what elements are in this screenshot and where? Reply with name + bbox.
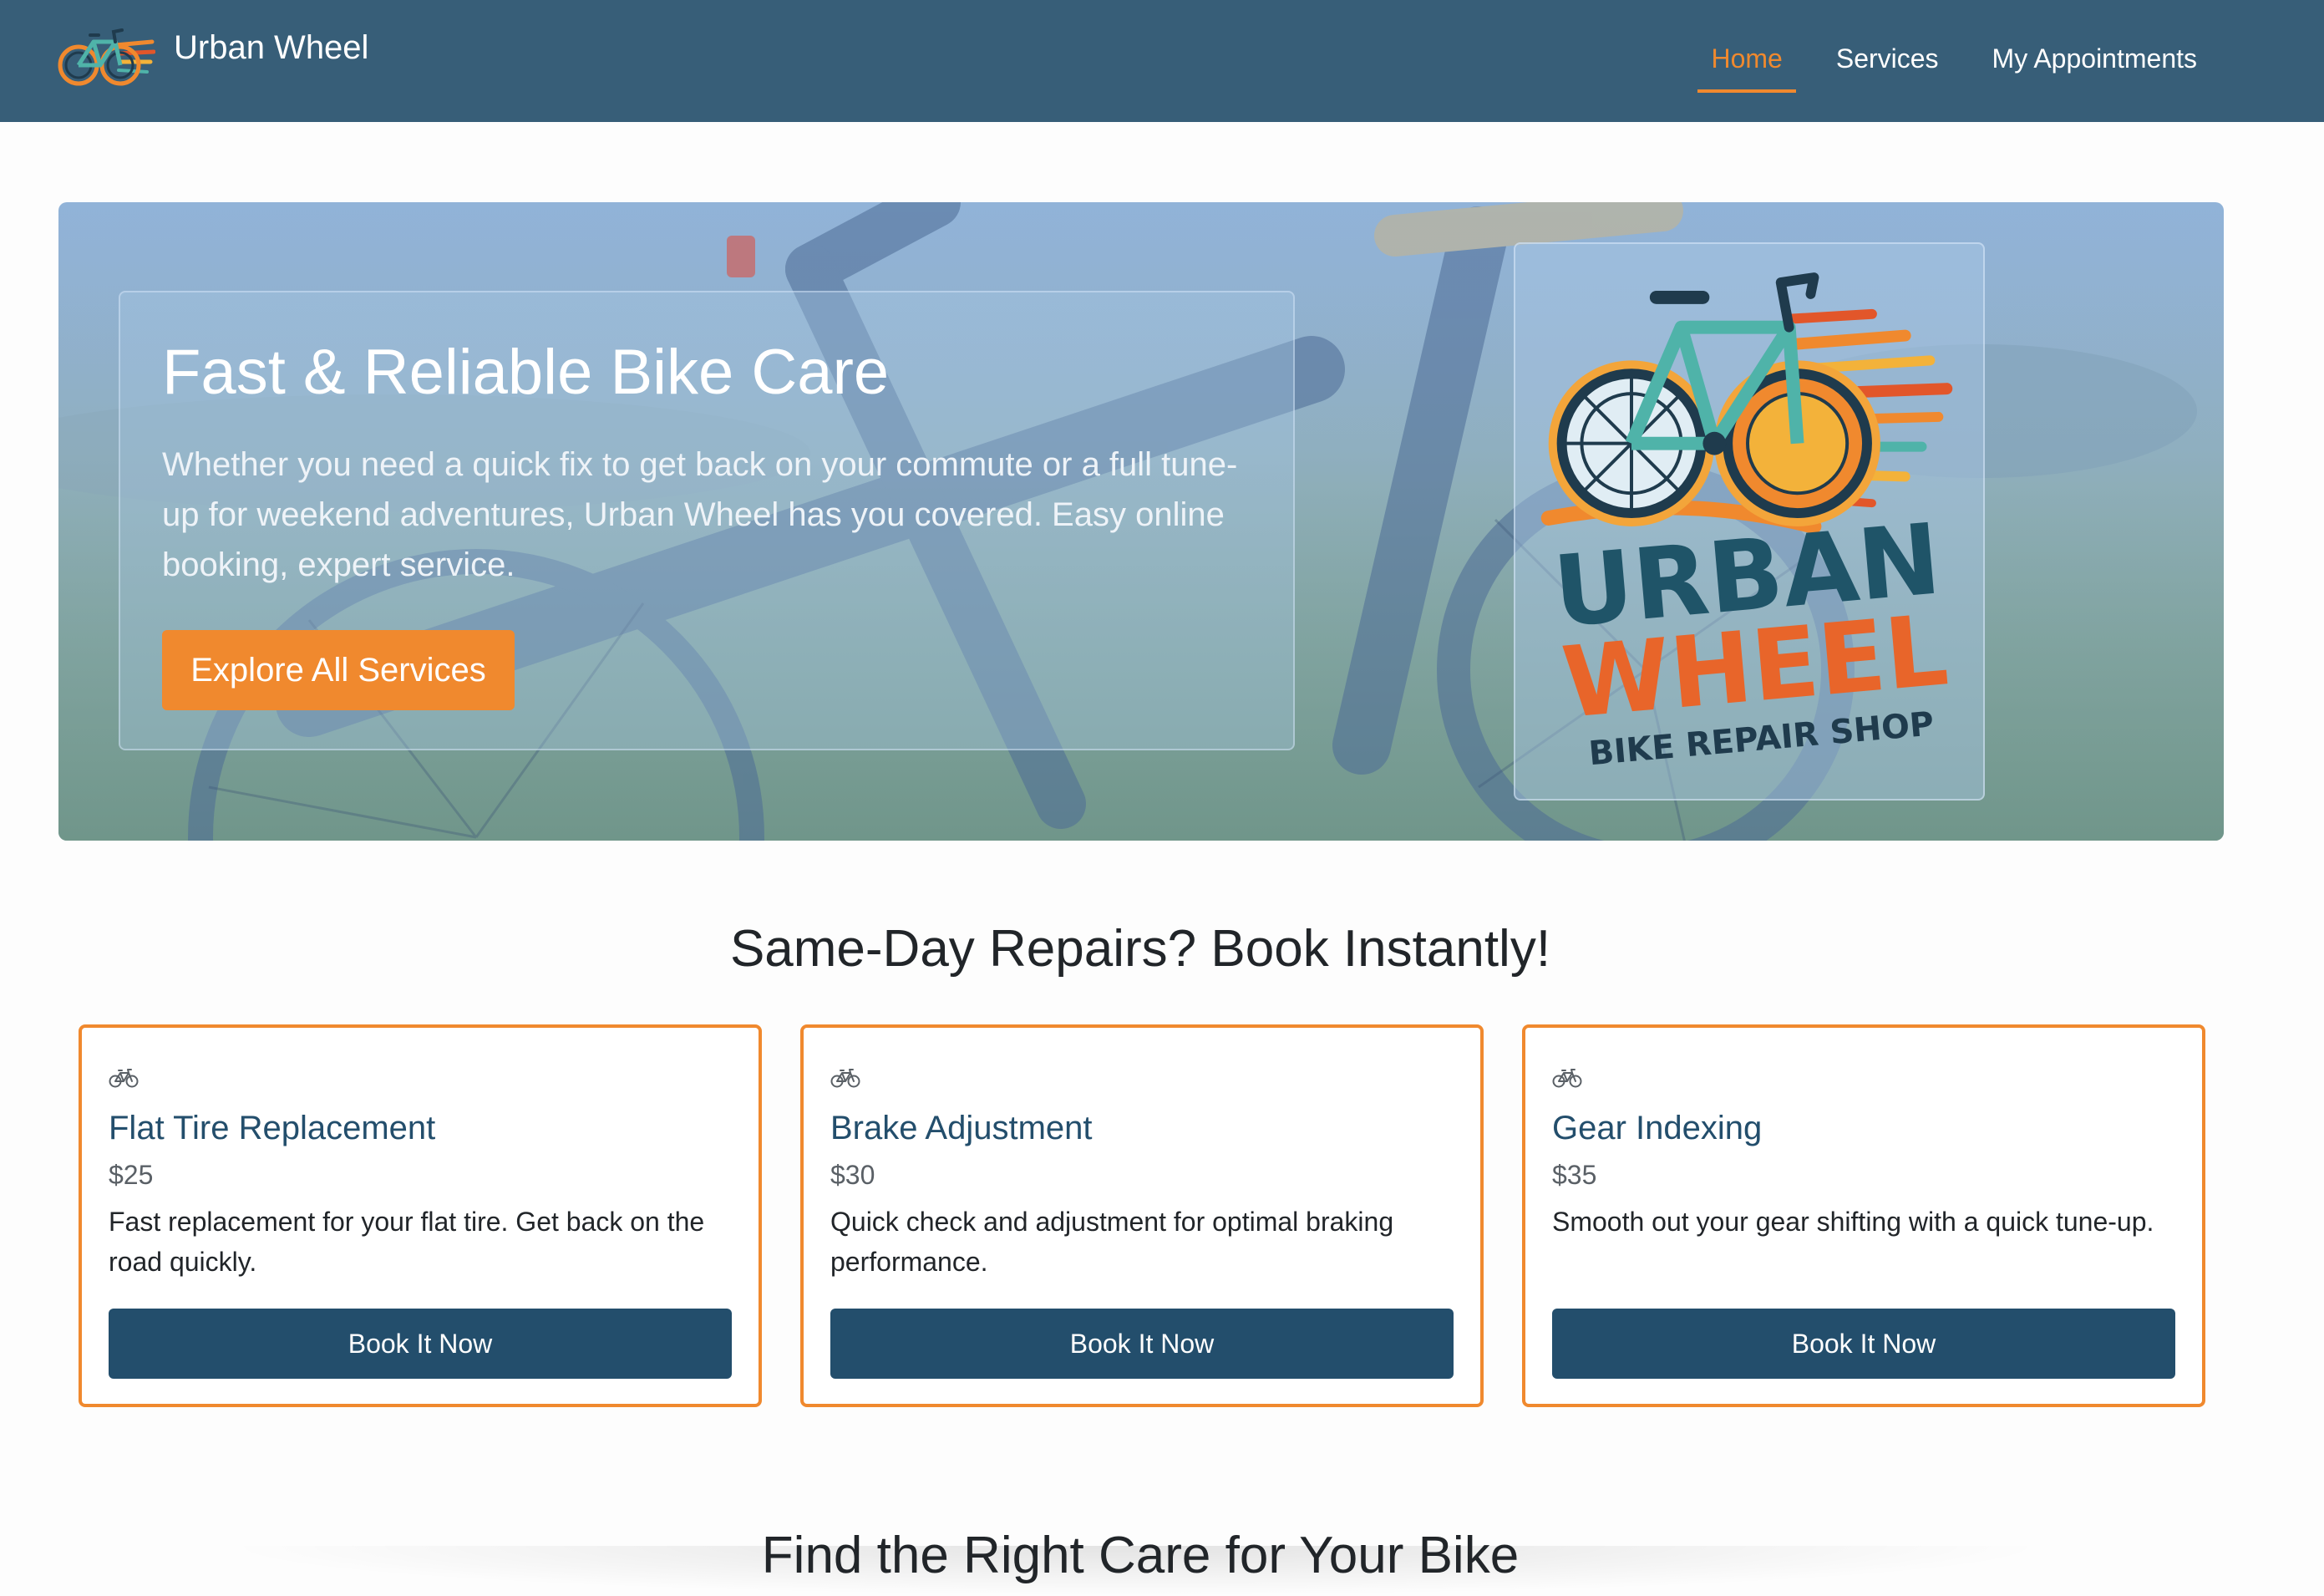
hero-banner: Fast & Reliable Bike Care Whether you ne… xyxy=(58,202,2224,841)
book-it-now-button[interactable]: Book It Now xyxy=(830,1309,1454,1379)
service-card-brake-adjustment: Brake Adjustment $30 Quick check and adj… xyxy=(800,1024,1484,1407)
brand-logo-icon xyxy=(58,28,155,86)
card-description: Smooth out your gear shifting with a qui… xyxy=(1552,1207,2154,1237)
book-it-now-button[interactable]: Book It Now xyxy=(1552,1309,2175,1379)
bicycle-icon xyxy=(1552,1069,1582,1088)
card-title: Brake Adjustment xyxy=(830,1110,1093,1146)
brand-name[interactable]: Urban Wheel xyxy=(174,29,368,67)
card-title: Gear Indexing xyxy=(1552,1110,1763,1146)
service-card-flat-tire: Flat Tire Replacement $25 Fast replaceme… xyxy=(79,1024,762,1407)
card-price: $25 xyxy=(109,1160,154,1190)
hero-text-card: Fast & Reliable Bike Care Whether you ne… xyxy=(119,291,1295,750)
hero-description: Whether you need a quick fix to get back… xyxy=(162,446,1238,583)
nav-my-appointments-link[interactable]: My Appointments xyxy=(1979,40,2210,93)
nav-home-link[interactable]: Home xyxy=(1697,40,1797,93)
card-price: $30 xyxy=(830,1160,875,1190)
explore-all-services-button[interactable]: Explore All Services xyxy=(162,630,515,710)
nav-services-link[interactable]: Services xyxy=(1823,40,1952,93)
card-description: Quick check and adjustment for optimal b… xyxy=(830,1207,1394,1277)
card-title: Flat Tire Replacement xyxy=(109,1110,436,1146)
service-card-gear-indexing: Gear Indexing $35 Smooth out your gear s… xyxy=(1522,1024,2205,1407)
find-care-section-title: Find the Right Care for Your Bike xyxy=(761,1527,1520,1584)
same-day-section-title: Same-Day Repairs? Book Instantly! xyxy=(729,920,1551,978)
urban-wheel-logo: URBAN WHEEL BIKE REPAIR SHOP xyxy=(1540,272,1953,773)
top-navbar: Urban Wheel Home Services My Appointment… xyxy=(0,0,2324,122)
bicycle-icon xyxy=(109,1069,139,1088)
hero-title: Fast & Reliable Bike Care xyxy=(162,337,890,408)
book-it-now-button[interactable]: Book It Now xyxy=(109,1309,732,1379)
hero-logo-card: URBAN WHEEL BIKE REPAIR SHOP xyxy=(1514,242,1985,801)
brand-link[interactable]: Urban Wheel xyxy=(57,22,368,92)
nav-links: Home Services My Appointments xyxy=(1697,40,2210,93)
card-description: Fast replacement for your flat tire. Get… xyxy=(109,1207,705,1277)
card-price: $35 xyxy=(1552,1160,1597,1190)
bicycle-icon xyxy=(830,1069,860,1088)
